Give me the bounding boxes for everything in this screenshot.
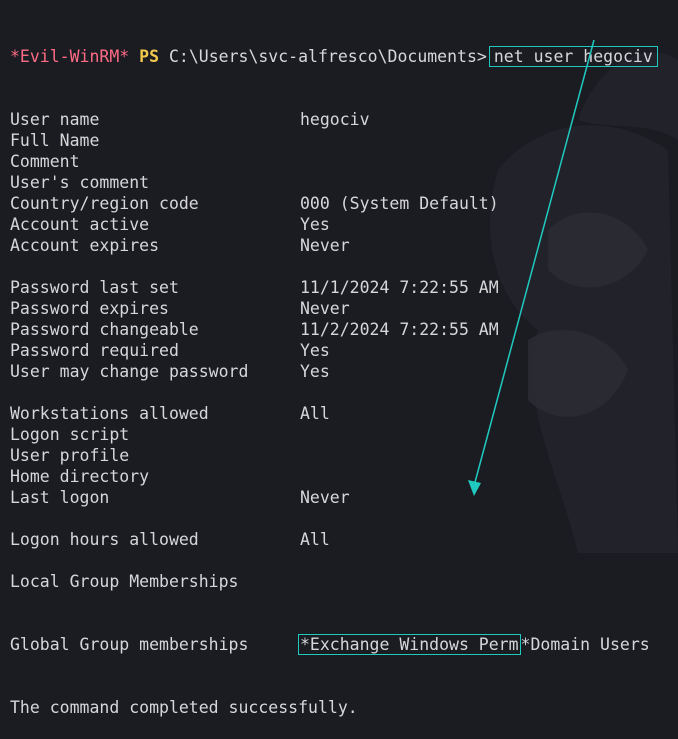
- info-row: Logon hours allowed All: [10, 529, 678, 550]
- row-value: Never: [300, 299, 350, 318]
- row-label: Logon script: [10, 425, 130, 444]
- row-label: Local Group Memberships: [10, 572, 239, 591]
- row-value: Never: [300, 488, 350, 507]
- row-value: Yes: [300, 362, 330, 381]
- row-value: Yes: [300, 215, 330, 234]
- row-label: Full Name: [10, 131, 100, 150]
- info-row: [10, 382, 678, 403]
- terminal-output: *Evil-WinRM* PS C:\Users\svc-alfresco\Do…: [10, 4, 678, 739]
- info-row: Local Group Memberships: [10, 571, 678, 592]
- row-label: Comment: [10, 152, 80, 171]
- info-row: User name hegociv: [10, 109, 678, 130]
- row-label: User's comment: [10, 173, 150, 192]
- row-label: Password required: [10, 341, 179, 360]
- info-row: Password required Yes: [10, 340, 678, 361]
- info-row: User profile: [10, 445, 678, 466]
- prompt-path: C:\Users\svc-alfresco\Documents>: [168, 47, 487, 66]
- row-label: Password changeable: [10, 320, 199, 339]
- row-label: Home directory: [10, 467, 150, 486]
- row-label: User profile: [10, 446, 130, 465]
- row-value: hegociv: [300, 110, 370, 129]
- row-label: User name: [10, 110, 100, 129]
- info-row: Workstations allowed All: [10, 403, 678, 424]
- info-row: Password last set 11/1/2024 7:22:55 AM: [10, 277, 678, 298]
- info-row: [10, 550, 678, 571]
- info-row: User may change password Yes: [10, 361, 678, 382]
- row-label: Global Group memberships: [10, 635, 249, 654]
- row-label: Country/region code: [10, 194, 199, 213]
- row-value: 000 (System Default): [300, 194, 499, 213]
- info-row: Home directory: [10, 466, 678, 487]
- info-row: Account expires Never: [10, 235, 678, 256]
- row-label: User may change password: [10, 362, 249, 381]
- row-value: Never: [300, 236, 350, 255]
- row-label: Account expires: [10, 236, 160, 255]
- row-value: Yes: [300, 341, 330, 360]
- info-row: Logon script: [10, 424, 678, 445]
- prompt-shell-name: *Evil-WinRM*: [10, 47, 130, 66]
- info-row: Country/region code 000 (System Default): [10, 193, 678, 214]
- completion-message: The command completed successfully.: [10, 698, 358, 717]
- row-label: Logon hours allowed: [10, 530, 199, 549]
- row-value: All: [300, 404, 330, 423]
- user-info-list: User name hegociv Full Name Comment User's c…: [10, 109, 678, 592]
- row-label: Password last set: [10, 278, 179, 297]
- global-groups-row: Global Group memberships *Exchange Window…: [10, 634, 678, 655]
- info-row: Account active Yes: [10, 214, 678, 235]
- row-value: 11/2/2024 7:22:55 AM: [300, 320, 499, 339]
- info-row: [10, 256, 678, 277]
- row-label: Last logon: [10, 488, 110, 507]
- info-row: [10, 508, 678, 529]
- row-label: Account active: [10, 215, 150, 234]
- info-row: Full Name: [10, 130, 678, 151]
- row-value: All: [300, 530, 330, 549]
- prompt-ps: PS: [139, 47, 160, 66]
- row-label: Password expires: [10, 299, 169, 318]
- row-value: 11/1/2024 7:22:55 AM: [300, 278, 499, 297]
- prompt-line: *Evil-WinRM* PS C:\Users\svc-alfresco\Do…: [10, 46, 678, 67]
- info-row: Password changeable 11/2/2024 7:22:55 AM: [10, 319, 678, 340]
- info-row: Comment: [10, 151, 678, 172]
- group-domain-users: *Domain Users: [520, 635, 650, 654]
- info-row: Last logon Never: [10, 487, 678, 508]
- highlighted-group: *Exchange Windows Perm: [298, 634, 521, 655]
- info-row: User's comment: [10, 172, 678, 193]
- info-row: Password expires Never: [10, 298, 678, 319]
- row-label: Workstations allowed: [10, 404, 209, 423]
- command-text: net user hegociv: [488, 46, 658, 67]
